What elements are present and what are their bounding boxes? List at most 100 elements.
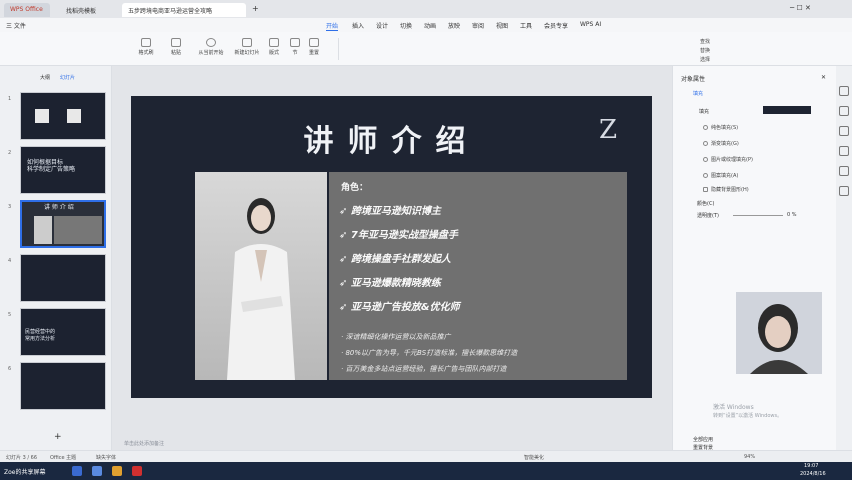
layout-icon <box>269 38 279 47</box>
option-picture-fill[interactable]: 图片或纹理填充(P) <box>703 156 753 163</box>
close-icon[interactable]: ✕ <box>821 74 826 81</box>
qr-code-icon <box>35 109 49 123</box>
person-silhouette <box>227 198 295 380</box>
menu-transition[interactable]: 切换 <box>400 21 412 30</box>
menu-wps-ai[interactable]: WPS AI <box>580 21 601 28</box>
lecturer-info-box[interactable]: 角色： ➶ 跨境亚马逊知识博主 ➶ 7年亚马逊实战型操盘手 ➶ 跨境操盘手社群发… <box>329 172 627 380</box>
menu-member[interactable]: 会员专享 <box>544 21 568 30</box>
transparency-slider[interactable] <box>733 215 783 216</box>
menu-design[interactable]: 设计 <box>376 21 388 30</box>
slide-thumb-2[interactable]: 如何根据目标 科学制定广告策略 <box>20 146 106 194</box>
layout-button[interactable]: 版式 <box>266 38 282 56</box>
section-icon <box>290 38 300 47</box>
transition-icon[interactable] <box>839 146 849 156</box>
transparency-value[interactable]: 0 % <box>787 212 797 218</box>
smart-beautify-button[interactable]: 智能美化 <box>524 454 544 461</box>
tab-outline[interactable]: 大纲 <box>40 74 50 81</box>
thumb-number: 3 <box>8 204 12 210</box>
menu-view[interactable]: 视图 <box>496 21 508 30</box>
tab-wps-office[interactable]: WPS Office <box>4 3 50 17</box>
menu-home[interactable]: 开始 <box>326 21 339 31</box>
role-text: 7年亚马逊实战型操盘手 <box>350 230 458 241</box>
option-solid-fill[interactable]: 纯色填充(S) <box>703 124 738 131</box>
webcam-overlay <box>736 292 822 374</box>
menu-review[interactable]: 审阅 <box>472 21 484 30</box>
share-screen-label: Zoe的共享屏幕 <box>4 469 46 476</box>
play-from-current-button[interactable]: 从当前开始 <box>196 38 226 56</box>
option-label: 图片或纹理填充(P) <box>711 157 753 163</box>
zoom-level[interactable]: 94% <box>744 454 755 460</box>
menu-insert[interactable]: 插入 <box>352 21 364 30</box>
section-label: 节 <box>292 50 298 56</box>
settings-icon[interactable] <box>839 186 849 196</box>
menu-file[interactable]: 三 文件 <box>6 21 26 30</box>
fill-color-swatch[interactable] <box>763 106 811 114</box>
brush-icon <box>141 38 151 47</box>
find-button[interactable]: 查找 <box>700 38 710 45</box>
slide-thumb-4[interactable] <box>20 254 106 302</box>
lecturer-photo[interactable] <box>195 172 327 380</box>
option-pattern-fill[interactable]: 图案填充(A) <box>703 172 738 179</box>
option-label: 渐变填充(G) <box>711 141 739 147</box>
menu-animation[interactable]: 动画 <box>424 21 436 30</box>
notes-area[interactable]: 单击此处添加备注 <box>112 436 672 450</box>
object-properties-panel: 对象属性 ✕ 填充 填充 纯色填充(S) 渐变填充(G) 图片或纹理填充(P) … <box>672 66 836 451</box>
slide-title[interactable]: 讲师介绍 <box>131 116 652 160</box>
play-icon <box>206 38 216 47</box>
radio-icon <box>703 157 708 162</box>
apply-all-button[interactable]: 全部应用 <box>693 436 713 443</box>
app-icon[interactable] <box>72 466 82 476</box>
paste-button[interactable]: 粘贴 <box>166 38 186 56</box>
brand-logo: Z <box>598 115 618 145</box>
current-slide[interactable]: 讲师介绍 Z 角色： ➶ 跨境亚马逊知识博主 ➶ 7年亚马逊实战型操盘手 ➶ 跨… <box>131 96 652 398</box>
activate-windows-title: 激活 Windows <box>713 404 754 411</box>
layout-label: 版式 <box>268 50 279 56</box>
wps-icon[interactable] <box>132 466 142 476</box>
reset-icon <box>309 38 319 47</box>
option-gradient-fill[interactable]: 渐变填充(G) <box>703 140 739 147</box>
slide-thumb-3[interactable]: 讲 师 介 绍 <box>20 200 106 248</box>
replace-button[interactable]: 替换 <box>700 47 710 54</box>
comment-icon[interactable] <box>839 166 849 176</box>
new-tab-icon[interactable]: + <box>252 4 259 13</box>
option-label: 图案填充(A) <box>711 173 739 179</box>
menu-tools[interactable]: 工具 <box>520 21 532 30</box>
slide-thumbnail-panel: 大纲 幻灯片 1 2 如何根据目标 科学制定广告策略 3 讲 师 介 绍 4 5… <box>0 66 112 450</box>
app-icon[interactable] <box>92 466 102 476</box>
missing-fonts-button[interactable]: 缺失字体 <box>96 454 116 461</box>
add-slide-icon[interactable]: + <box>54 432 62 442</box>
new-slide-icon <box>242 38 252 47</box>
role-text: 亚马逊爆款精晓教练 <box>350 278 441 289</box>
note-item: · 深谙精细化操作运营以及新品推广 <box>341 333 451 341</box>
webcam-person <box>736 292 822 374</box>
option-hide-background[interactable]: 隐藏背景图形(H) <box>703 186 749 193</box>
tab-fill[interactable]: 填充 <box>693 90 703 97</box>
folder-icon[interactable] <box>112 466 122 476</box>
role-text: 跨境亚马逊知识博主 <box>350 206 441 217</box>
menu-slideshow[interactable]: 放映 <box>448 21 460 30</box>
taskbar: Zoe的共享屏幕 19:07 2024/8/16 <box>0 462 852 480</box>
tab-document[interactable]: 五步跨境电商亚马逊运营全攻略 <box>122 3 246 17</box>
color-label: 颜色(C) <box>697 201 715 207</box>
activate-windows-subtitle: 转到“设置”以激活 Windows。 <box>713 413 783 419</box>
properties-icon[interactable] <box>839 86 849 96</box>
radio-icon <box>703 173 708 178</box>
reset-label: 重置 <box>308 50 319 56</box>
slide-thumb-5[interactable]: 民营经营中的 常用方法分析 <box>20 308 106 356</box>
animation-icon[interactable] <box>839 126 849 136</box>
thumb-text: 如何根据目标 科学制定广告策略 <box>27 159 76 173</box>
style-icon[interactable] <box>839 106 849 116</box>
window-controls[interactable]: ─ ☐ ✕ <box>790 4 811 12</box>
select-button[interactable]: 选择 <box>700 56 710 63</box>
thumb-number: 2 <box>8 150 12 156</box>
section-button[interactable]: 节 <box>288 38 302 56</box>
tab-template[interactable]: 找稻壳模板 <box>60 3 104 17</box>
tab-slides[interactable]: 幻灯片 <box>60 74 75 81</box>
menu-bar: 三 文件 开始 插入 设计 切换 动画 放映 审阅 视图 工具 会员专享 WPS… <box>0 18 852 32</box>
new-slide-button[interactable]: 新建幻灯片 <box>232 38 262 56</box>
reset-button[interactable]: 重置 <box>306 38 322 56</box>
role-item: ➶ 亚马逊爆款精晓教练 <box>339 278 441 289</box>
format-painter-button[interactable]: 格式刷 <box>136 38 156 56</box>
slide-thumb-6[interactable] <box>20 362 106 410</box>
slide-thumb-1[interactable] <box>20 92 106 140</box>
